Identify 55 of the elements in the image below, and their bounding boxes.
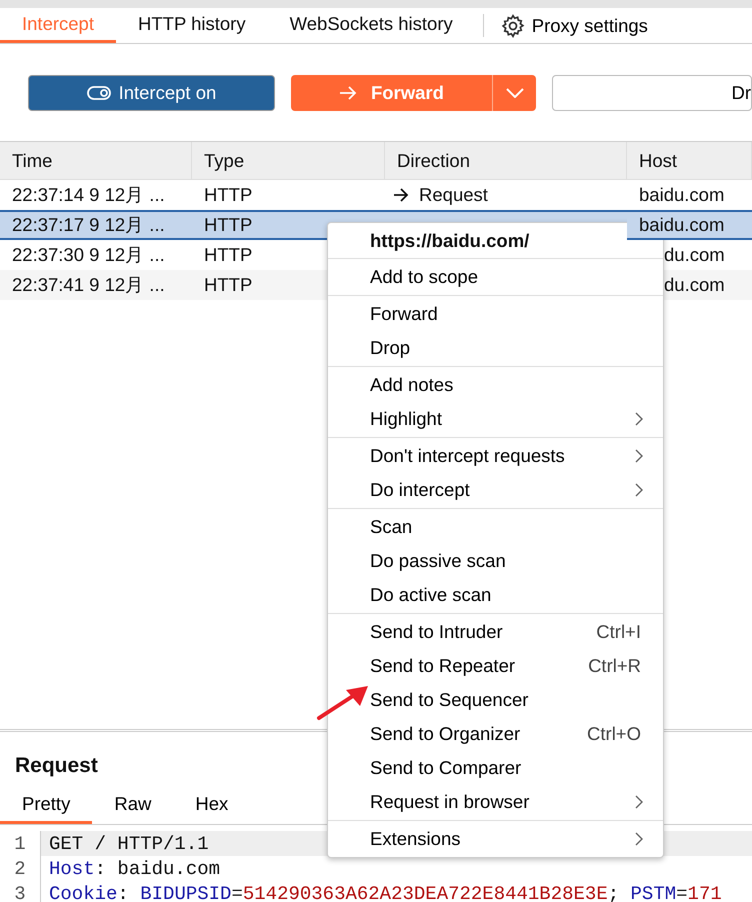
table-cell-text: du.com: [664, 243, 725, 268]
settings-tab[interactable]: Proxy settings: [492, 8, 656, 43]
menu-item[interactable]: Drop: [328, 331, 663, 365]
view-tab[interactable]: Hex: [173, 788, 250, 824]
column-header[interactable]: Host: [627, 142, 752, 180]
column-header[interactable]: Time: [0, 142, 192, 180]
table-cell-text: 22:37:30 9 12月 ...: [11, 243, 166, 268]
menu-item[interactable]: Send to Intruder Ctrl+I: [328, 615, 663, 649]
proxy-tab[interactable]: WebSockets history: [268, 8, 475, 43]
view-tab[interactable]: Raw: [92, 788, 174, 824]
table-cell: 22:37:41 9 12月 ...: [0, 270, 192, 300]
menu-item[interactable]: Do active scan: [328, 578, 663, 612]
settings-icon: [500, 12, 526, 38]
shortcut-label: Ctrl+R: [588, 656, 641, 676]
table-cell-text: baidu.com: [639, 183, 724, 208]
menu-item[interactable]: Send to Organizer Ctrl+O: [328, 717, 663, 751]
arrow-right-icon: [393, 188, 409, 202]
caret-icon: [506, 88, 524, 98]
code-line: Host: baidu.com: [49, 856, 220, 882]
intercept-toggle-button[interactable]: Intercept on: [28, 74, 275, 110]
menu-item[interactable]: Send to Sequencer: [328, 683, 663, 717]
code-line: GET / HTTP/1.1: [49, 832, 209, 856]
menu-item[interactable]: Scan: [328, 510, 663, 544]
column-header[interactable]: Direction: [385, 142, 627, 180]
table-cell-text: du.com: [664, 273, 725, 298]
column-header[interactable]: Type: [192, 142, 385, 180]
menu-item[interactable]: Do intercept: [328, 473, 663, 507]
menu-item[interactable]: Send to Comparer: [328, 751, 663, 785]
toggle-icon: [86, 86, 111, 100]
shortcut-label: Ctrl+O: [587, 724, 641, 744]
menu-item[interactable]: Send to Repeater Ctrl+R: [328, 649, 663, 683]
line-number: 1: [13, 832, 27, 856]
panel-title: Request: [14, 753, 99, 779]
arrow-right-icon: [338, 86, 357, 100]
menu-item[interactable]: Add notes: [328, 368, 663, 402]
menu-item[interactable]: Request in browser: [328, 785, 663, 819]
table-cell-text: 22:37:14 9 12月 ...: [11, 183, 166, 208]
table-cell-text: HTTP: [203, 183, 254, 208]
table-cell: 22:37:17 9 12月 ...: [0, 210, 192, 240]
code-line: Cookie: BIDUPSID=514290363A62A23DEA722E8441B28E3E; PSTM=171: [49, 882, 722, 902]
drop-button[interactable]: Dr: [552, 74, 752, 110]
menu-item[interactable]: Don't intercept requests: [328, 439, 663, 473]
menu-item[interactable]: Do passive scan: [328, 544, 663, 578]
proxy-tab[interactable]: HTTP history: [116, 8, 268, 43]
direction-text: Request: [419, 183, 488, 208]
line-number: 3: [13, 882, 27, 902]
annotation-arrow: [317, 686, 368, 720]
menu-item[interactable]: Forward: [328, 297, 663, 331]
menu-item[interactable]: Extensions: [328, 822, 663, 856]
shortcut-label: Ctrl+I: [596, 622, 641, 642]
view-tab[interactable]: Pretty: [0, 788, 92, 824]
menu-item[interactable]: Add to scope: [328, 260, 663, 294]
line-number: 2: [13, 856, 27, 882]
menu-item[interactable]: Highlight: [328, 402, 663, 436]
table-cell-text: baidu.com: [639, 213, 724, 238]
